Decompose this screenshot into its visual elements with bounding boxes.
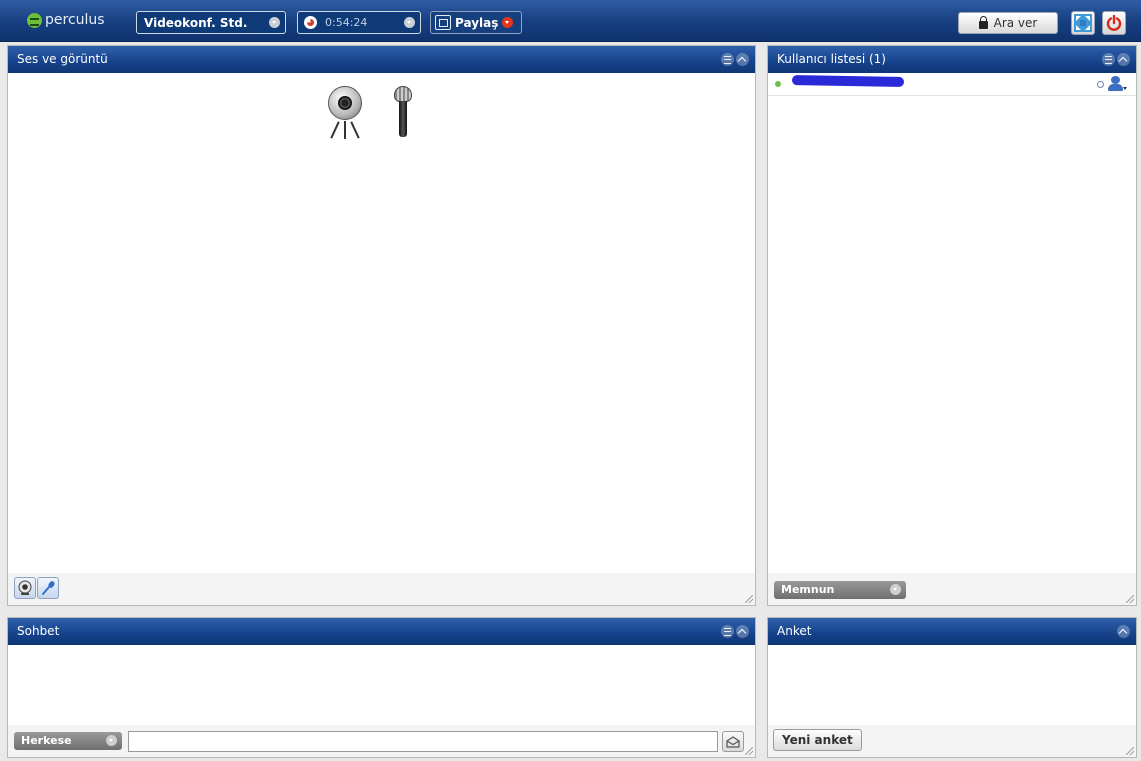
fullscreen-button[interactable] (1071, 11, 1095, 35)
chevron-down-icon (404, 17, 415, 28)
session-timer-value: 0:54:24 (325, 16, 368, 29)
audio-video-controls (8, 573, 755, 605)
collapse-icon[interactable] (1117, 625, 1130, 638)
poll-panel-header: Anket (768, 618, 1136, 645)
chat-panel-header: Sohbet (8, 618, 755, 645)
device-status (324, 86, 412, 142)
exit-button[interactable] (1102, 11, 1126, 35)
fullscreen-icon (1074, 14, 1092, 32)
layout-selector[interactable]: Videokonf. Std. (136, 11, 286, 34)
clock-icon (304, 16, 317, 29)
collapse-icon[interactable] (736, 625, 749, 638)
resize-grip[interactable] (745, 747, 753, 755)
chat-message-input[interactable] (128, 731, 718, 752)
break-button-label: Ara ver (993, 16, 1038, 30)
chat-messages (9, 646, 754, 726)
poll-footer: Yeni anket (768, 725, 1136, 757)
top-toolbar: perculus Videokonf. Std. 0:54:24 Paylaş … (0, 0, 1141, 42)
poll-panel: Anket Yeni anket (767, 617, 1137, 758)
mood-selector[interactable]: Memnun (774, 581, 906, 599)
user-name: Murat Gürsoy (791, 75, 905, 87)
chat-panel-title: Sohbet (17, 624, 60, 638)
recipient-selector-label: Herkese (21, 734, 72, 747)
chevron-down-icon (269, 17, 280, 28)
microphone-icon (394, 86, 412, 142)
user-indicator-icon (1097, 81, 1104, 88)
user-list-item[interactable]: Murat Gürsoy (768, 73, 1136, 96)
session-timer[interactable]: 0:54:24 (297, 11, 421, 34)
resize-grip[interactable] (1126, 747, 1134, 755)
send-message-button[interactable] (722, 731, 744, 752)
chevron-down-icon (890, 584, 901, 595)
audio-video-panel-header: Ses ve görüntü (8, 46, 755, 73)
lock-icon (978, 15, 988, 29)
user-list-panel-title: Kullanıcı listesi (1) (777, 52, 886, 66)
share-button-label: Paylaş (455, 15, 499, 30)
mood-bar: Memnun (768, 573, 1136, 605)
power-icon (1106, 15, 1122, 31)
new-poll-button[interactable]: Yeni anket (773, 729, 862, 751)
break-button[interactable]: Ara ver (958, 12, 1058, 34)
online-status-icon (775, 81, 781, 87)
share-screen-icon (435, 15, 451, 30)
envelope-icon (726, 735, 740, 748)
layout-selector-label: Videokonf. Std. (144, 15, 248, 30)
audio-video-panel: Ses ve görüntü (7, 45, 756, 606)
chat-compose-bar: Herkese (8, 725, 755, 757)
resize-grip[interactable] (745, 595, 753, 603)
chat-panel: Sohbet Herkese (7, 617, 756, 758)
audio-video-panel-title: Ses ve görüntü (17, 52, 108, 66)
panel-menu-icon[interactable] (1102, 53, 1115, 66)
app-logo-text: perculus (45, 12, 105, 28)
user-role-icon[interactable] (1108, 76, 1127, 92)
app-logo: perculus (27, 11, 105, 29)
collapse-icon[interactable] (1117, 53, 1130, 66)
webcam-icon (324, 86, 366, 140)
collapse-icon[interactable] (736, 53, 749, 66)
poll-panel-title: Anket (777, 624, 812, 638)
user-list-panel: Kullanıcı listesi (1) Murat Gürsoy Memnu… (767, 45, 1137, 606)
mood-selector-label: Memnun (781, 583, 835, 596)
camera-toggle-button[interactable] (14, 577, 36, 599)
panel-menu-icon[interactable] (721, 53, 734, 66)
perculus-logo-icon (27, 12, 42, 28)
share-button[interactable]: Paylaş (430, 11, 522, 34)
user-list-panel-header: Kullanıcı listesi (1) (768, 46, 1136, 73)
camera-icon (18, 580, 32, 595)
chevron-down-icon (106, 735, 117, 746)
panel-menu-icon[interactable] (721, 625, 734, 638)
microphone-small-icon (42, 581, 55, 595)
microphone-toggle-button[interactable] (37, 577, 59, 599)
recipient-selector[interactable]: Herkese (14, 732, 122, 750)
chevron-down-icon (502, 17, 514, 28)
resize-grip[interactable] (1126, 595, 1134, 603)
